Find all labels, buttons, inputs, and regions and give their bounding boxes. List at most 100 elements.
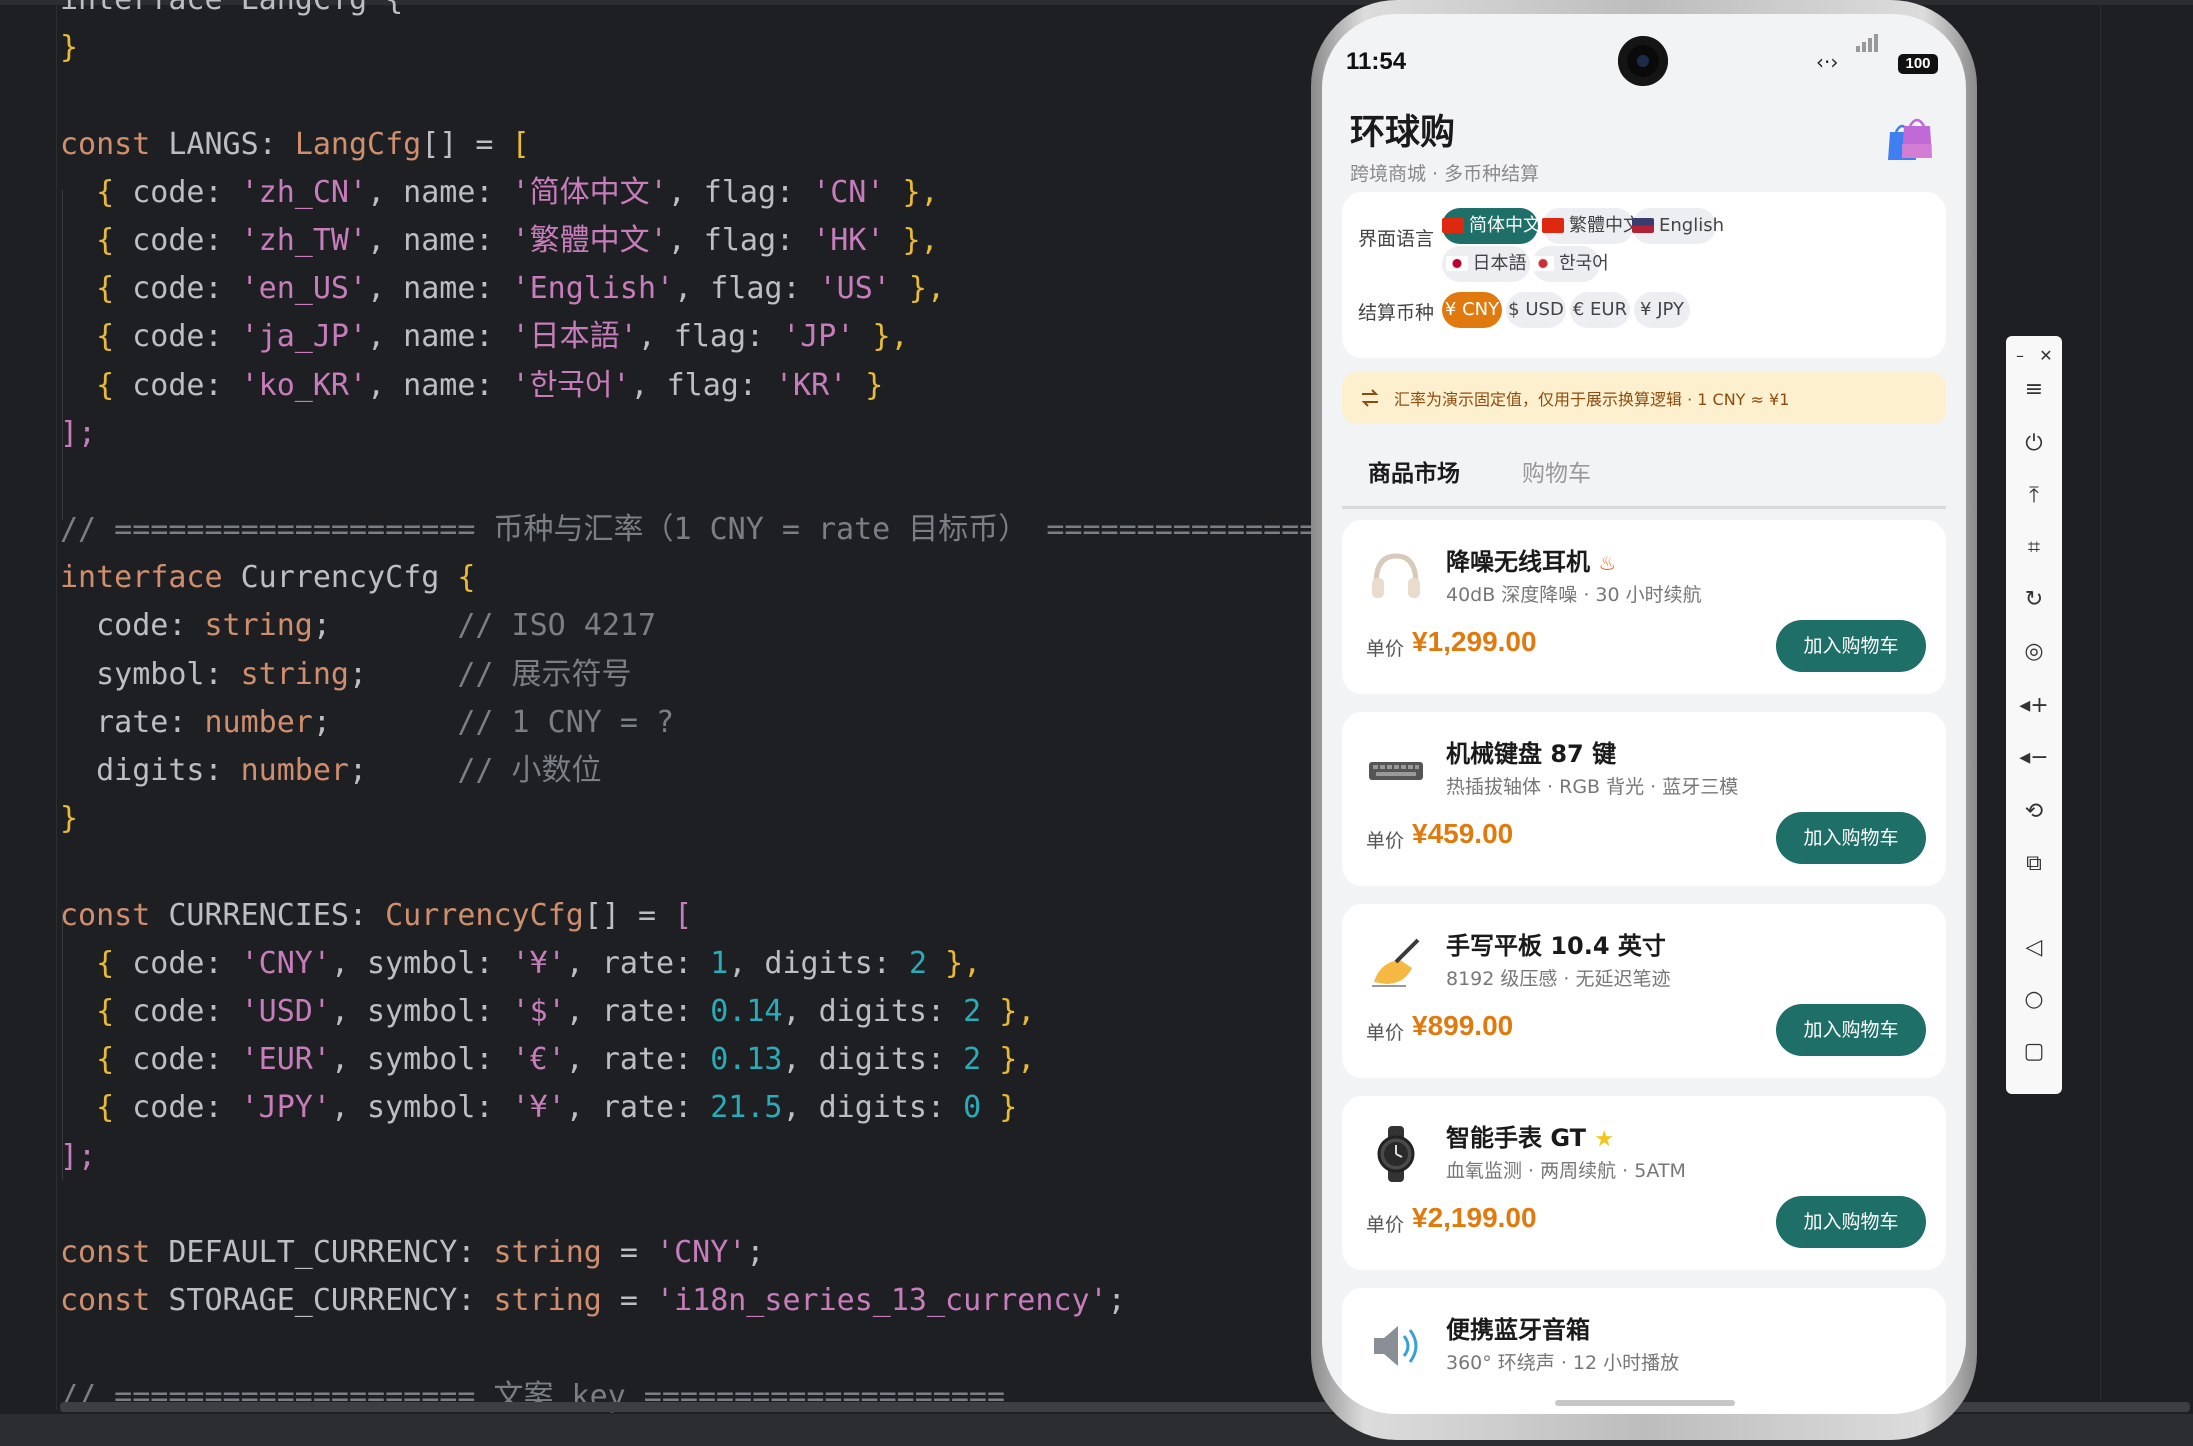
product-name: 便携蓝牙音箱 <box>1446 1316 1590 1344</box>
code-editor[interactable]: interface LangCfg {} const LANGS: LangCfg… <box>0 0 2193 1446</box>
crop-icon[interactable]: ⌗ <box>2014 528 2054 568</box>
code-line[interactable]: { code: 'USD', symbol: '$', rate: 0.14, … <box>60 988 1408 1036</box>
code-line[interactable] <box>60 843 1408 891</box>
product-card: 智能手表 GT ★ 血氧监测 · 两周续航 · 5ATM 单价 ¥2,199.0… <box>1342 1096 1946 1270</box>
rotate-device-icon[interactable]: ⟲ <box>2014 792 2054 832</box>
add-to-cart-button[interactable]: 加入购物车 <box>1776 620 1926 672</box>
notice-text: 汇率为演示固定值，仅用于展示换算逻辑 · 1 CNY ≈ ¥1 <box>1394 390 1790 409</box>
product-name: 手写平板 10.4 英寸 <box>1446 932 1666 960</box>
tab-cart[interactable]: 购物车 <box>1522 454 1591 488</box>
recents-icon[interactable]: ▢ <box>2014 1032 2054 1072</box>
keyboard-icon <box>1369 762 1423 780</box>
power-icon[interactable]: ⏻ <box>2014 424 2054 464</box>
add-to-cart-button[interactable]: 加入购物车 <box>1776 1004 1926 1056</box>
settings-card: 界面语言 简体中文 繁體中文 English 日本語 한국어 结算币种 ¥ CN… <box>1342 192 1946 358</box>
tab-market[interactable]: 商品市场 <box>1368 454 1460 488</box>
code-line[interactable]: const LANGS: LangCfg[] = [ <box>60 121 1408 169</box>
code-line[interactable]: ]; <box>60 410 1408 458</box>
shopping-bags-icon <box>1888 118 1932 160</box>
lang-chip-en-us[interactable]: English <box>1632 208 1724 244</box>
code-line[interactable]: { code: 'zh_CN', name: '简体中文', flag: 'CN… <box>60 169 1408 217</box>
copy-icon[interactable]: ⧉ <box>2014 844 2054 884</box>
editor-right-gutter <box>2100 0 2101 1400</box>
unit-price-label: 单价 <box>1366 830 1405 852</box>
unit-price-label: 单价 <box>1366 1214 1405 1236</box>
product-name: 机械键盘 87 键 <box>1446 740 1617 768</box>
rotate-icon[interactable]: ↻ <box>2014 580 2054 620</box>
code-line[interactable]: { code: 'CNY', symbol: '¥', rate: 1, dig… <box>60 940 1408 988</box>
home-icon[interactable]: ○ <box>2014 980 2054 1020</box>
battery-icon: 100 <box>1898 54 1938 74</box>
code-line[interactable]: { code: 'JPY', symbol: '¥', rate: 21.5, … <box>60 1084 1408 1132</box>
code-line[interactable]: } <box>60 795 1408 843</box>
code-line[interactable]: code: string; // ISO 4217 <box>60 602 1408 650</box>
speaker-icon <box>1374 1326 1418 1366</box>
star-icon: ★ <box>1594 1127 1615 1152</box>
product-desc: 360° 环绕声 · 12 小时播放 <box>1446 1352 1680 1374</box>
pin-top-icon[interactable]: ⤒ <box>2014 476 2054 516</box>
code-line[interactable]: { code: 'EUR', symbol: '€', rate: 0.13, … <box>60 1036 1408 1084</box>
language-label: 界面语言 <box>1358 228 1435 250</box>
currency-chip-cny[interactable]: ¥ CNY <box>1442 292 1502 328</box>
code-text[interactable]: interface LangCfg {} const LANGS: LangCfg… <box>60 0 1408 1422</box>
editor-gutter <box>56 0 57 1410</box>
code-line[interactable]: { code: 'en_US', name: 'English', flag: … <box>60 265 1408 313</box>
code-line[interactable] <box>60 1325 1408 1373</box>
code-line[interactable]: digits: number; // 小数位 <box>60 747 1408 795</box>
code-line[interactable] <box>60 1181 1408 1229</box>
currency-chip-usd[interactable]: $ USD <box>1506 292 1566 328</box>
app-header: 环球购 跨境商城 · 多币种结算 <box>1350 104 1539 186</box>
code-line[interactable] <box>60 458 1408 506</box>
currency-chip-eur[interactable]: € EUR <box>1570 292 1630 328</box>
code-line[interactable]: rate: number; // 1 CNY = ? <box>60 699 1408 747</box>
lang-chip-zh-tw[interactable]: 繁體中文 <box>1542 208 1641 244</box>
code-line[interactable]: const STORAGE_CURRENCY: string = 'i18n_s… <box>60 1277 1408 1325</box>
product-name: 降噪无线耳机 ♨ <box>1446 548 1617 576</box>
product-price: ¥2,199.00 <box>1412 1202 1537 1233</box>
currency-chip-jpy[interactable]: ¥ JPY <box>1634 292 1690 328</box>
volume-up-icon[interactable]: ◂+ <box>2014 686 2054 726</box>
code-line[interactable]: const CURRENCIES: CurrencyCfg[] = [ <box>60 892 1408 940</box>
product-price: ¥459.00 <box>1412 818 1514 849</box>
product-card: 机械键盘 87 键 热插拔轴体 · RGB 背光 · 蓝牙三模 单价 ¥459.… <box>1342 712 1946 886</box>
volume-down-icon[interactable]: ◂− <box>2014 738 2054 778</box>
product-card: 便携蓝牙音箱 360° 环绕声 · 12 小时播放 <box>1342 1288 1946 1414</box>
code-line[interactable]: symbol: string; // 展示符号 <box>60 651 1408 699</box>
data-transfer-icon: ‹·› <box>1816 50 1839 74</box>
code-line[interactable]: interface CurrencyCfg { <box>60 554 1408 602</box>
headphones-icon <box>1372 553 1420 598</box>
code-line[interactable]: interface LangCfg { <box>60 0 1408 24</box>
phone-screen: 11:54 ‹·› 100 环球购 跨境商城 · 多币种结算 界面语言 简体中文… <box>1322 14 1966 1414</box>
code-line[interactable]: const DEFAULT_CURRENCY: string = 'CNY'; <box>60 1229 1408 1277</box>
add-to-cart-button[interactable]: 加入购物车 <box>1776 1196 1926 1248</box>
product-desc: 8192 级压感 · 无延迟笔迹 <box>1446 968 1671 990</box>
code-line[interactable] <box>60 72 1408 120</box>
lang-chip-zh-cn[interactable]: 简体中文 <box>1442 208 1541 244</box>
status-time: 11:54 <box>1346 48 1407 75</box>
product-price: ¥1,299.00 <box>1412 626 1537 657</box>
screenshot-icon[interactable]: ◎ <box>2014 632 2054 672</box>
code-line[interactable]: } <box>60 24 1408 72</box>
app-title: 环球购 <box>1350 113 1456 153</box>
add-to-cart-button[interactable]: 加入购物车 <box>1776 812 1926 864</box>
app-subtitle: 跨境商城 · 多币种结算 <box>1350 163 1540 185</box>
lang-chip-ja-jp[interactable]: 日本語 <box>1442 246 1530 282</box>
code-line[interactable]: { code: 'ja_JP', name: '日本語', flag: 'JP'… <box>60 313 1408 361</box>
code-line[interactable]: { code: 'zh_TW', name: '繁體中文', flag: 'HK… <box>60 217 1408 265</box>
exchange-icon <box>1361 389 1379 407</box>
product-desc: 血氧监测 · 两周续航 · 5ATM <box>1446 1160 1686 1182</box>
unit-price-label: 单价 <box>1366 1022 1405 1044</box>
writing-hand-icon <box>1372 938 1420 987</box>
code-line[interactable]: // ==================== 币种与汇率（1 CNY = ra… <box>60 506 1408 554</box>
product-price: ¥899.00 <box>1412 1010 1514 1041</box>
code-line[interactable]: ]; <box>60 1133 1408 1181</box>
back-icon[interactable]: ◁ <box>2014 928 2054 968</box>
emulator-toolbar: – ✕ ≡ ⏻ ⤒ ⌗ ↻ ◎ ◂+ ◂− ⟲ ⧉ ◁ ○ ▢ <box>2006 336 2062 1094</box>
menu-icon[interactable]: ≡ <box>2014 370 2054 410</box>
lang-chip-ko-kr[interactable]: 한국어 <box>1532 246 1609 282</box>
currency-label: 结算币种 <box>1358 302 1435 324</box>
status-bar: 11:54 ‹·› 100 <box>1322 14 1966 86</box>
product-desc: 热插拔轴体 · RGB 背光 · 蓝牙三模 <box>1446 776 1739 798</box>
home-indicator[interactable] <box>1555 1400 1735 1406</box>
code-line[interactable]: { code: 'ko_KR', name: '한국어', flag: 'KR'… <box>60 362 1408 410</box>
